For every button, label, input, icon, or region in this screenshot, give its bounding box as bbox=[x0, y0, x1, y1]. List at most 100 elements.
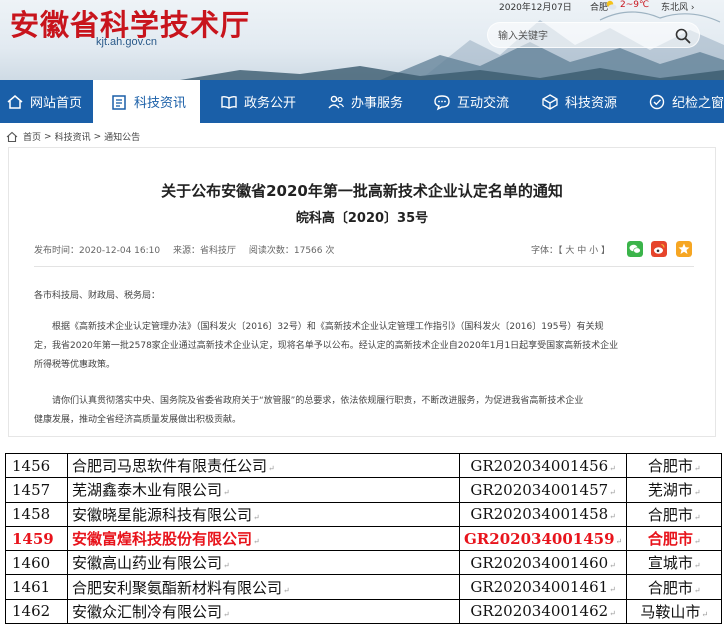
search-icon[interactable] bbox=[674, 27, 692, 45]
article-meta: 发布时间：2020-12-04 16:10 来源：省科技厅 阅读次数：17566… bbox=[34, 243, 344, 256]
company-name-text: 安徽众汇制冷有限公司 bbox=[72, 602, 223, 621]
wechat-share-icon[interactable] bbox=[627, 241, 643, 257]
row-number: 1462 bbox=[5, 598, 68, 625]
paragraph-mark: ↵ bbox=[609, 512, 616, 522]
search-input[interactable] bbox=[498, 28, 668, 44]
publish-time: 发布时间：2020-12-04 16:10 bbox=[34, 246, 161, 256]
certificate-code: GR202034001456↵ bbox=[458, 452, 628, 479]
city-text: 马鞍山市 bbox=[640, 602, 701, 621]
paragraph-mark: ↵ bbox=[693, 512, 701, 522]
certificate-code: GR202034001462↵ bbox=[458, 598, 628, 625]
certificate-code-text: GR202034001460 bbox=[470, 553, 609, 572]
certificate-code: GR202034001458↵ bbox=[458, 501, 628, 527]
city-text: 合肥市 bbox=[647, 530, 693, 549]
paragraph-line: 请你们认真贯彻落实中央、国务院及省委省政府关于“放管服”的总要求，依法依规履行职… bbox=[52, 396, 584, 406]
paragraph-mark: ↵ bbox=[253, 537, 260, 547]
city-text: 合肥市 bbox=[647, 505, 693, 524]
site-domain: kjt.ah.gov.cn bbox=[96, 36, 157, 48]
weibo-share-icon[interactable] bbox=[651, 241, 667, 257]
paragraph-mark: ↵ bbox=[283, 585, 290, 595]
paragraph-mark: ↵ bbox=[223, 561, 230, 571]
article-title: 关于公布安徽省2020年第一批高新技术企业认定名单的通知 bbox=[161, 182, 563, 200]
company-name-text: 合肥司马思软件有限责任公司 bbox=[72, 457, 268, 476]
paragraph-mark: ↵ bbox=[693, 537, 701, 547]
city: 马鞍山市↵ bbox=[626, 598, 723, 625]
certificate-code: GR202034001459↵ bbox=[458, 525, 628, 552]
company-name-text: 芜湖鑫泰木业有限公司 bbox=[72, 481, 223, 500]
article-source: 来源：省科技厅 bbox=[172, 246, 236, 256]
company-table-body: 1456 合肥司马思软件有限责任公司↵ GR202034001456↵ 合肥市↵… bbox=[5, 452, 723, 625]
company-name: 芜湖鑫泰木业有限公司↵ bbox=[67, 477, 460, 503]
paragraph-mark: ↵ bbox=[693, 561, 701, 571]
breadcrumb: 首页 > 科技资讯 > 通知公告 bbox=[6, 130, 140, 143]
city-text: 合肥市 bbox=[647, 457, 693, 476]
city: 宣城市↵ bbox=[626, 550, 723, 576]
nav-item-tech-news[interactable]: 科技资讯 bbox=[93, 80, 200, 123]
nav-item-home[interactable]: 网站首页 bbox=[6, 80, 82, 123]
row-number: 1457 bbox=[5, 477, 68, 503]
nav-label: 科技资源 bbox=[565, 96, 618, 111]
nav-label: 政务公开 bbox=[244, 96, 297, 111]
city: 合肥市↵ bbox=[626, 501, 723, 527]
row-number: 1461 bbox=[5, 574, 68, 600]
book-icon bbox=[221, 95, 237, 109]
certificate-code-text: GR202034001462 bbox=[470, 602, 609, 621]
company-name-text: 安徽高山药业有限公司 bbox=[72, 554, 223, 573]
cube-icon bbox=[542, 93, 558, 110]
breadcrumb-tech-news[interactable]: 科技资讯 bbox=[55, 130, 91, 143]
nav-item-resources[interactable]: 科技资源 bbox=[541, 80, 617, 123]
home-icon bbox=[7, 94, 23, 109]
paragraph-line: 健康发展，推动全省经济高质量发展做出积极贡献。 bbox=[34, 415, 242, 425]
table-row: 1457 芜湖鑫泰木业有限公司↵ GR202034001457↵ 芜湖市↵ bbox=[5, 477, 723, 503]
article-paragraph-1: 根据《高新技术企业认定管理办法》（国科发火〔2016〕32号）和《高新技术企业认… bbox=[34, 318, 698, 375]
row-number: 1460 bbox=[5, 550, 68, 576]
table-row: 1456 合肥司马思软件有限责任公司↵ GR202034001456↵ 合肥市↵ bbox=[5, 452, 723, 479]
nav-label: 科技资讯 bbox=[134, 96, 187, 111]
people-icon bbox=[328, 95, 345, 108]
paragraph-mark: ↵ bbox=[223, 609, 230, 619]
font-size-selector[interactable]: 字体：【 大 中 小 】 bbox=[531, 243, 610, 256]
company-name-text: 安徽富煌科技股份有限公司 bbox=[72, 530, 253, 549]
company-name-text: 合肥安利聚氨酯新材料有限公司 bbox=[72, 578, 283, 597]
certificate-code-text: GR202034001456 bbox=[470, 456, 609, 475]
weather-temperature: 2~9℃ bbox=[620, 0, 650, 10]
city: 合肥市↵ bbox=[626, 574, 723, 600]
table-row: 1458 安徽晓星能源科技有限公司↵ GR202034001458↵ 合肥市↵ bbox=[5, 501, 723, 527]
salutation: 各市科技局、财政局、税务局： bbox=[34, 291, 161, 301]
breadcrumb-separator: > bbox=[93, 131, 102, 142]
article-paragraph-2: 请你们认真贯彻落实中央、国务院及省委省政府关于“放管服”的总要求，依法依规履行职… bbox=[34, 392, 698, 430]
certificate-code-text: GR202034001457 bbox=[470, 480, 609, 499]
certificate-code-text: GR202034001461 bbox=[470, 578, 609, 597]
company-name: 安徽富煌科技股份有限公司↵ bbox=[67, 525, 460, 552]
paragraph-mark: ↵ bbox=[701, 609, 709, 619]
city: 芜湖市↵ bbox=[626, 477, 723, 503]
table-row: 1461 合肥安利聚氨酯新材料有限公司↵ GR202034001461↵ 合肥市… bbox=[5, 574, 723, 600]
breadcrumb-home[interactable]: 首页 bbox=[23, 130, 41, 143]
certificate-code-text: GR202034001458 bbox=[470, 505, 609, 524]
breadcrumb-notices[interactable]: 通知公告 bbox=[104, 130, 140, 143]
nav-item-interaction[interactable]: 互动交流 bbox=[433, 80, 509, 123]
nav-label: 纪检之窗 bbox=[672, 96, 724, 111]
city: 合肥市↵ bbox=[626, 452, 723, 479]
paragraph-mark: ↵ bbox=[609, 609, 616, 619]
qzone-share-icon[interactable] bbox=[676, 241, 692, 257]
paragraph-mark: ↵ bbox=[609, 463, 616, 473]
paragraph-mark: ↵ bbox=[693, 464, 701, 474]
document-number: 皖科高〔2020〕35号 bbox=[295, 211, 429, 226]
company-name: 安徽晓星能源科技有限公司↵ bbox=[67, 501, 460, 527]
main-nav: 网站首页 科技资讯 政务公开 办事服务 互动交流 科技资源 纪检之窗 bbox=[0, 80, 724, 123]
table-row: 1460 安徽高山药业有限公司↵ GR202034001460↵ 宣城市↵ bbox=[5, 550, 723, 576]
certificate-code-text: GR202034001459 bbox=[464, 529, 615, 548]
weather-wind[interactable]: 东北风 › bbox=[661, 0, 694, 13]
city: 合肥市↵ bbox=[626, 525, 723, 552]
nav-item-gov-affairs[interactable]: 政务公开 bbox=[220, 80, 296, 123]
paragraph-line: 所得税等优惠政策。 bbox=[34, 360, 116, 370]
company-name: 合肥司马思软件有限责任公司↵ bbox=[67, 452, 460, 479]
meta-divider bbox=[34, 266, 694, 267]
nav-item-discipline[interactable]: 纪检之窗 bbox=[648, 80, 724, 123]
company-name-text: 安徽晓星能源科技有限公司 bbox=[72, 505, 253, 524]
nav-item-services[interactable]: 办事服务 bbox=[327, 80, 403, 123]
city-text: 宣城市 bbox=[647, 554, 693, 573]
certificate-code: GR202034001460↵ bbox=[458, 550, 628, 576]
paragraph-mark: ↵ bbox=[615, 536, 623, 546]
